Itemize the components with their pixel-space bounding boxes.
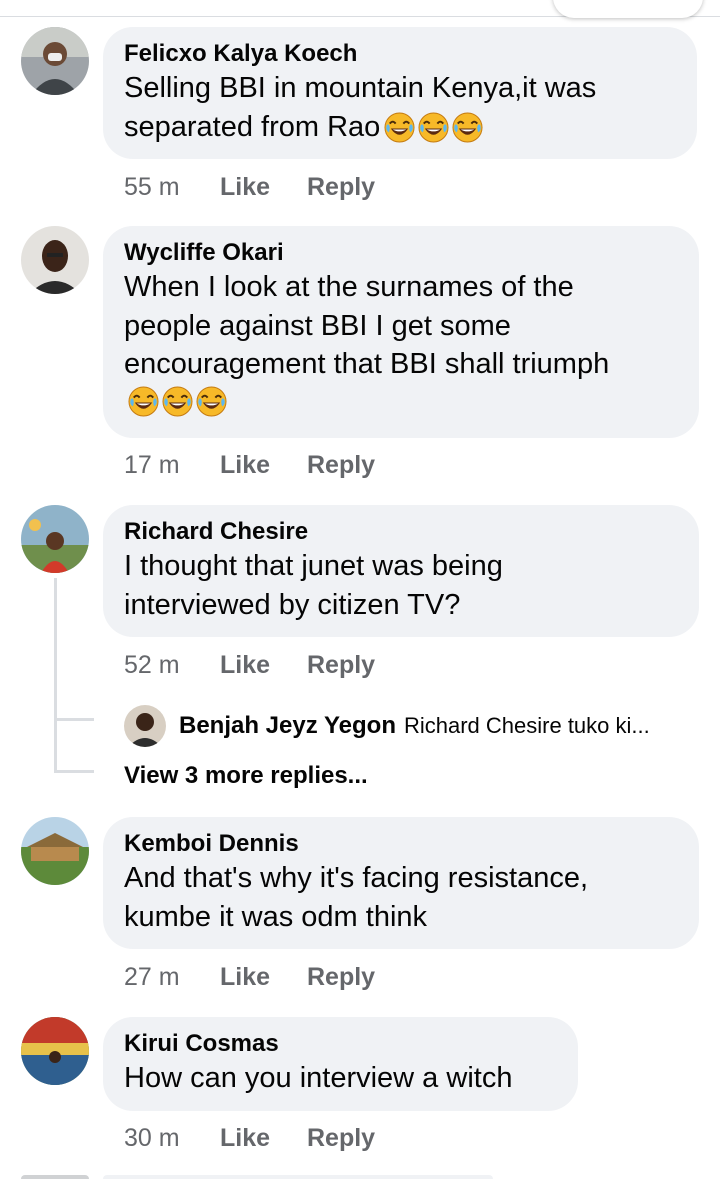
reply-text: Richard Chesire tuko ki... [403,713,650,738]
thread-line [54,578,57,772]
comment-text-line: people against BBI I get some [124,309,511,342]
comment-text-line: When I look at the surnames of the [124,271,574,303]
comment-author[interactable]: Wycliffe Okari [124,238,677,268]
laugh-emoji-icon [384,112,415,143]
avatar[interactable] [21,817,89,885]
view-more-replies-link[interactable]: View 3 more replies... [124,762,368,790]
reply-button[interactable]: Reply [307,173,375,202]
thread-connector [54,718,94,721]
comment-author[interactable]: Richard Chesire [124,517,677,547]
comment-actions: 52 m Like Reply [124,650,375,680]
avatar-partial [21,1175,89,1179]
comment-time: 30 m [124,1123,180,1152]
like-button[interactable]: Like [220,963,307,992]
like-button[interactable]: Like [220,1124,307,1153]
comment-bubble[interactable]: Felicxo Kalya Koech Selling BBI in mount… [103,27,697,159]
laugh-emoji-icon [196,386,227,417]
comment-time: 27 m [124,962,180,991]
reply-button[interactable]: Reply [307,963,375,992]
comment-bubble[interactable]: Richard Chesire I thought that junet was… [103,505,699,637]
comment-text-line: Selling BBI in mountain Kenya,it was [124,72,597,104]
reply-author[interactable]: Benjah Jeyz Yegon [179,712,396,740]
comment-author[interactable]: Felicxo Kalya Koech [124,39,675,69]
reply-button[interactable]: Reply [307,1124,375,1153]
comment-author[interactable]: Kirui Cosmas [124,1029,556,1059]
laugh-emoji-icon [128,386,159,417]
reply-preview[interactable]: Benjah Jeyz Yegon Richard Chesire tuko k… [124,705,650,747]
avatar[interactable] [21,505,89,573]
thread-connector [54,770,94,773]
comment-actions: 17 m Like Reply [124,450,375,480]
reactions-pill[interactable] [553,0,703,18]
comment-bubble[interactable]: Wycliffe Okari When I look at the surnam… [103,226,699,438]
avatar[interactable] [21,226,89,294]
comment-text-line: interviewed by citizen TV? [124,588,461,621]
laugh-emoji-icon [452,112,483,143]
laugh-emoji-icon [418,112,449,143]
comment-bubble[interactable]: Kemboi Dennis And that's why it's facing… [103,817,699,949]
comment-text-line: encouragement that BBI shall triumph [124,348,610,380]
comment-time: 52 m [124,650,180,679]
comment-text-line: I thought that junet was being [124,550,503,582]
like-button[interactable]: Like [220,451,307,480]
laugh-emoji-icon [162,386,193,417]
comment-time: 55 m [124,172,180,201]
comment-bubble[interactable]: Kirui Cosmas How can you interview a wit… [103,1017,578,1111]
comment-time: 17 m [124,450,180,479]
comment-actions: 55 m Like Reply [124,172,375,202]
comment-text-line: kumbe it was odm think [124,900,428,933]
avatar[interactable] [21,1017,89,1085]
comment-text-line: separated from Rao [124,110,381,143]
comment-author[interactable]: Kemboi Dennis [124,829,677,859]
comment-text-line: And that's why it's facing resistance, [124,862,589,894]
reply-button[interactable]: Reply [307,451,375,480]
like-button[interactable]: Like [220,651,307,680]
like-button[interactable]: Like [220,173,307,202]
comment-text-line: How can you interview a witch [124,1062,513,1094]
comment-actions: 27 m Like Reply [124,962,375,992]
reply-button[interactable]: Reply [307,651,375,680]
avatar[interactable] [21,27,89,95]
comment-bubble-partial [103,1175,493,1179]
comment-actions: 30 m Like Reply [124,1123,375,1153]
avatar[interactable] [124,705,166,747]
